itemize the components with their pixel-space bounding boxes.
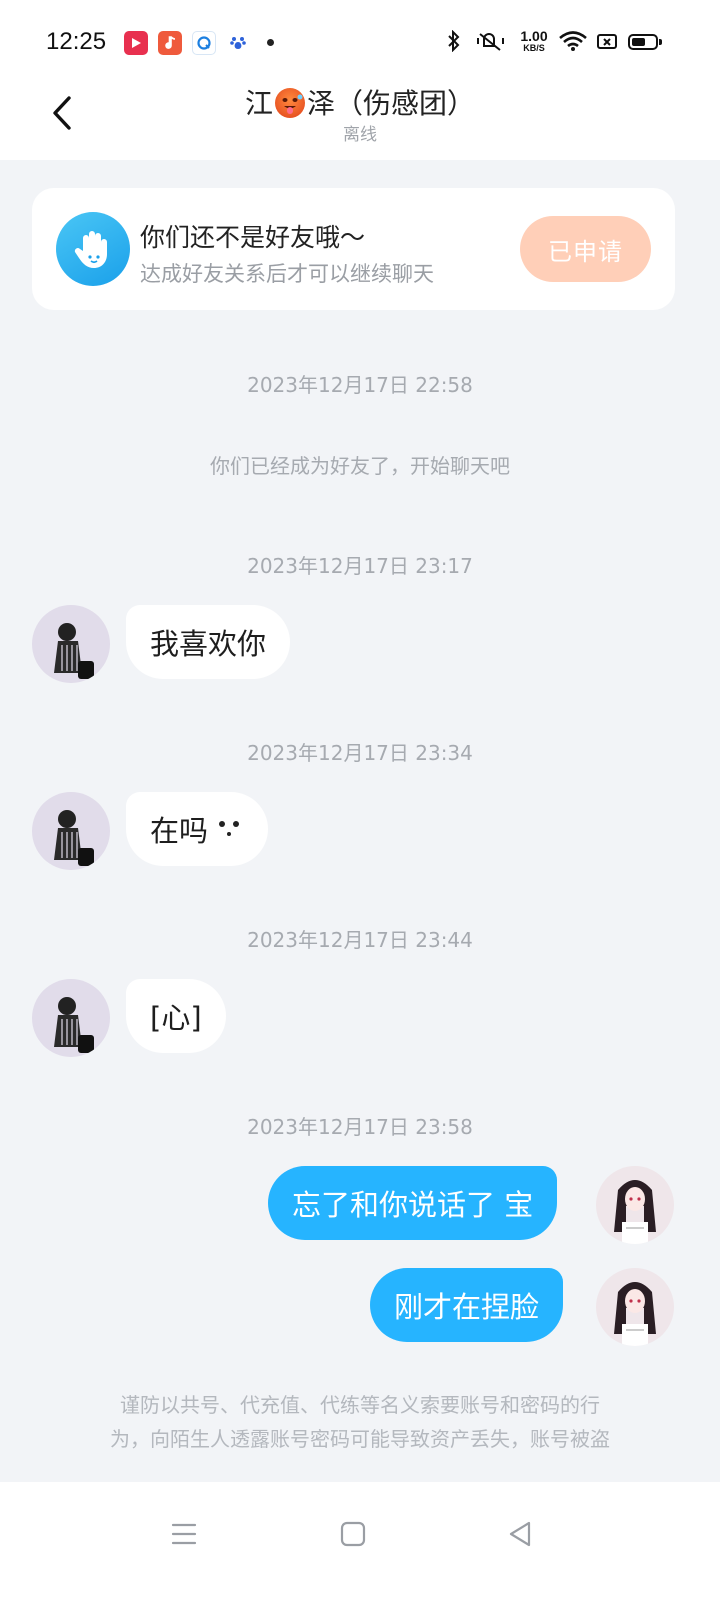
incoming-message[interactable]: [心] bbox=[126, 979, 226, 1053]
contact-avatar[interactable] bbox=[32, 792, 110, 870]
battery-fill bbox=[632, 38, 645, 46]
triangle-back-icon bbox=[509, 1521, 531, 1547]
mute-vibrate-icon bbox=[476, 30, 506, 57]
contact-name-part1: 江 bbox=[244, 87, 273, 120]
battery-cap bbox=[659, 39, 662, 45]
wave-hand-icon bbox=[56, 212, 130, 286]
status-bar: 12:25 1.00 KB/S bbox=[0, 0, 720, 80]
timestamp: 2023年12月17日 23:17 bbox=[247, 554, 473, 578]
message-text: 忘了和你说话了 宝 bbox=[292, 1188, 534, 1222]
contact-avatar[interactable] bbox=[32, 979, 110, 1057]
battery-icon bbox=[628, 34, 658, 50]
menu-icon bbox=[171, 1523, 197, 1545]
hot-face-emoji-icon bbox=[275, 88, 305, 118]
contact-name: 江 泽（伤感团） bbox=[0, 82, 720, 122]
outgoing-message[interactable]: 刚才在捏脸 bbox=[370, 1268, 564, 1342]
music-app-icon bbox=[158, 31, 182, 55]
contact-avatar[interactable] bbox=[32, 605, 110, 683]
wifi-icon bbox=[558, 30, 588, 57]
back-nav-button[interactable] bbox=[492, 1506, 548, 1562]
message-text: 我喜欢你 bbox=[150, 627, 267, 661]
timestamp: 2023年12月17日 23:34 bbox=[247, 741, 473, 765]
panda-emoji-icon bbox=[214, 814, 244, 844]
system-message: 你们已经成为好友了，开始聊天吧 bbox=[210, 454, 510, 478]
net-speed-value: 1.00 bbox=[520, 28, 548, 44]
notice-title: 你们还不是好友哦～ bbox=[140, 223, 366, 252]
friend-notice-card: 你们还不是好友哦～ 达成好友关系后才可以继续聊天 已申请 bbox=[32, 188, 675, 310]
home-button[interactable] bbox=[325, 1506, 381, 1562]
message-text: 在吗 bbox=[150, 814, 209, 848]
incoming-message[interactable]: 在吗 bbox=[126, 792, 269, 866]
timestamp: 2023年12月17日 23:58 bbox=[247, 1115, 473, 1139]
message-text: [心] bbox=[150, 1001, 202, 1035]
my-avatar[interactable] bbox=[596, 1166, 674, 1244]
bluetooth-icon bbox=[446, 29, 462, 57]
warning-line-2: 为，向陌生人透露账号密码可能导致资产丢失，账号被盗 bbox=[110, 1427, 610, 1451]
home-square-icon bbox=[340, 1521, 366, 1547]
timestamp: 2023年12月17日 22:58 bbox=[247, 373, 473, 397]
warning-line-1: 谨防以共号、代充值、代练等名义索要账号和密码的行 bbox=[120, 1393, 600, 1417]
outgoing-message[interactable]: 忘了和你说话了 宝 bbox=[268, 1166, 558, 1240]
no-sim-icon bbox=[596, 30, 618, 57]
security-warning: 谨防以共号、代充值、代练等名义索要账号和密码的行 为，向陌生人透露账号密码可能导… bbox=[50, 1388, 670, 1456]
my-avatar[interactable] bbox=[596, 1268, 674, 1346]
contact-name-part2: 泽（伤感团） bbox=[307, 87, 476, 120]
network-speed: 1.00 KB/S bbox=[518, 29, 550, 53]
applied-button[interactable]: 已申请 bbox=[520, 216, 651, 282]
contact-status: 离线 bbox=[343, 125, 377, 145]
menu-button[interactable] bbox=[156, 1506, 212, 1562]
baidu-app-icon bbox=[226, 31, 250, 55]
message-text: 刚才在捏脸 bbox=[394, 1290, 540, 1324]
notification-dot bbox=[267, 39, 274, 46]
timestamp: 2023年12月17日 23:44 bbox=[247, 928, 473, 952]
notice-subtitle: 达成好友关系后才可以继续聊天 bbox=[140, 262, 434, 286]
status-time: 12:25 bbox=[46, 28, 107, 55]
chat-header: 江 泽（伤感团） 离线 bbox=[0, 80, 720, 160]
video-app-icon bbox=[124, 31, 148, 55]
browser-app-icon bbox=[192, 31, 216, 55]
system-nav-bar bbox=[0, 1482, 720, 1600]
incoming-message[interactable]: 我喜欢你 bbox=[126, 605, 291, 679]
net-speed-unit: KB/S bbox=[523, 43, 545, 53]
